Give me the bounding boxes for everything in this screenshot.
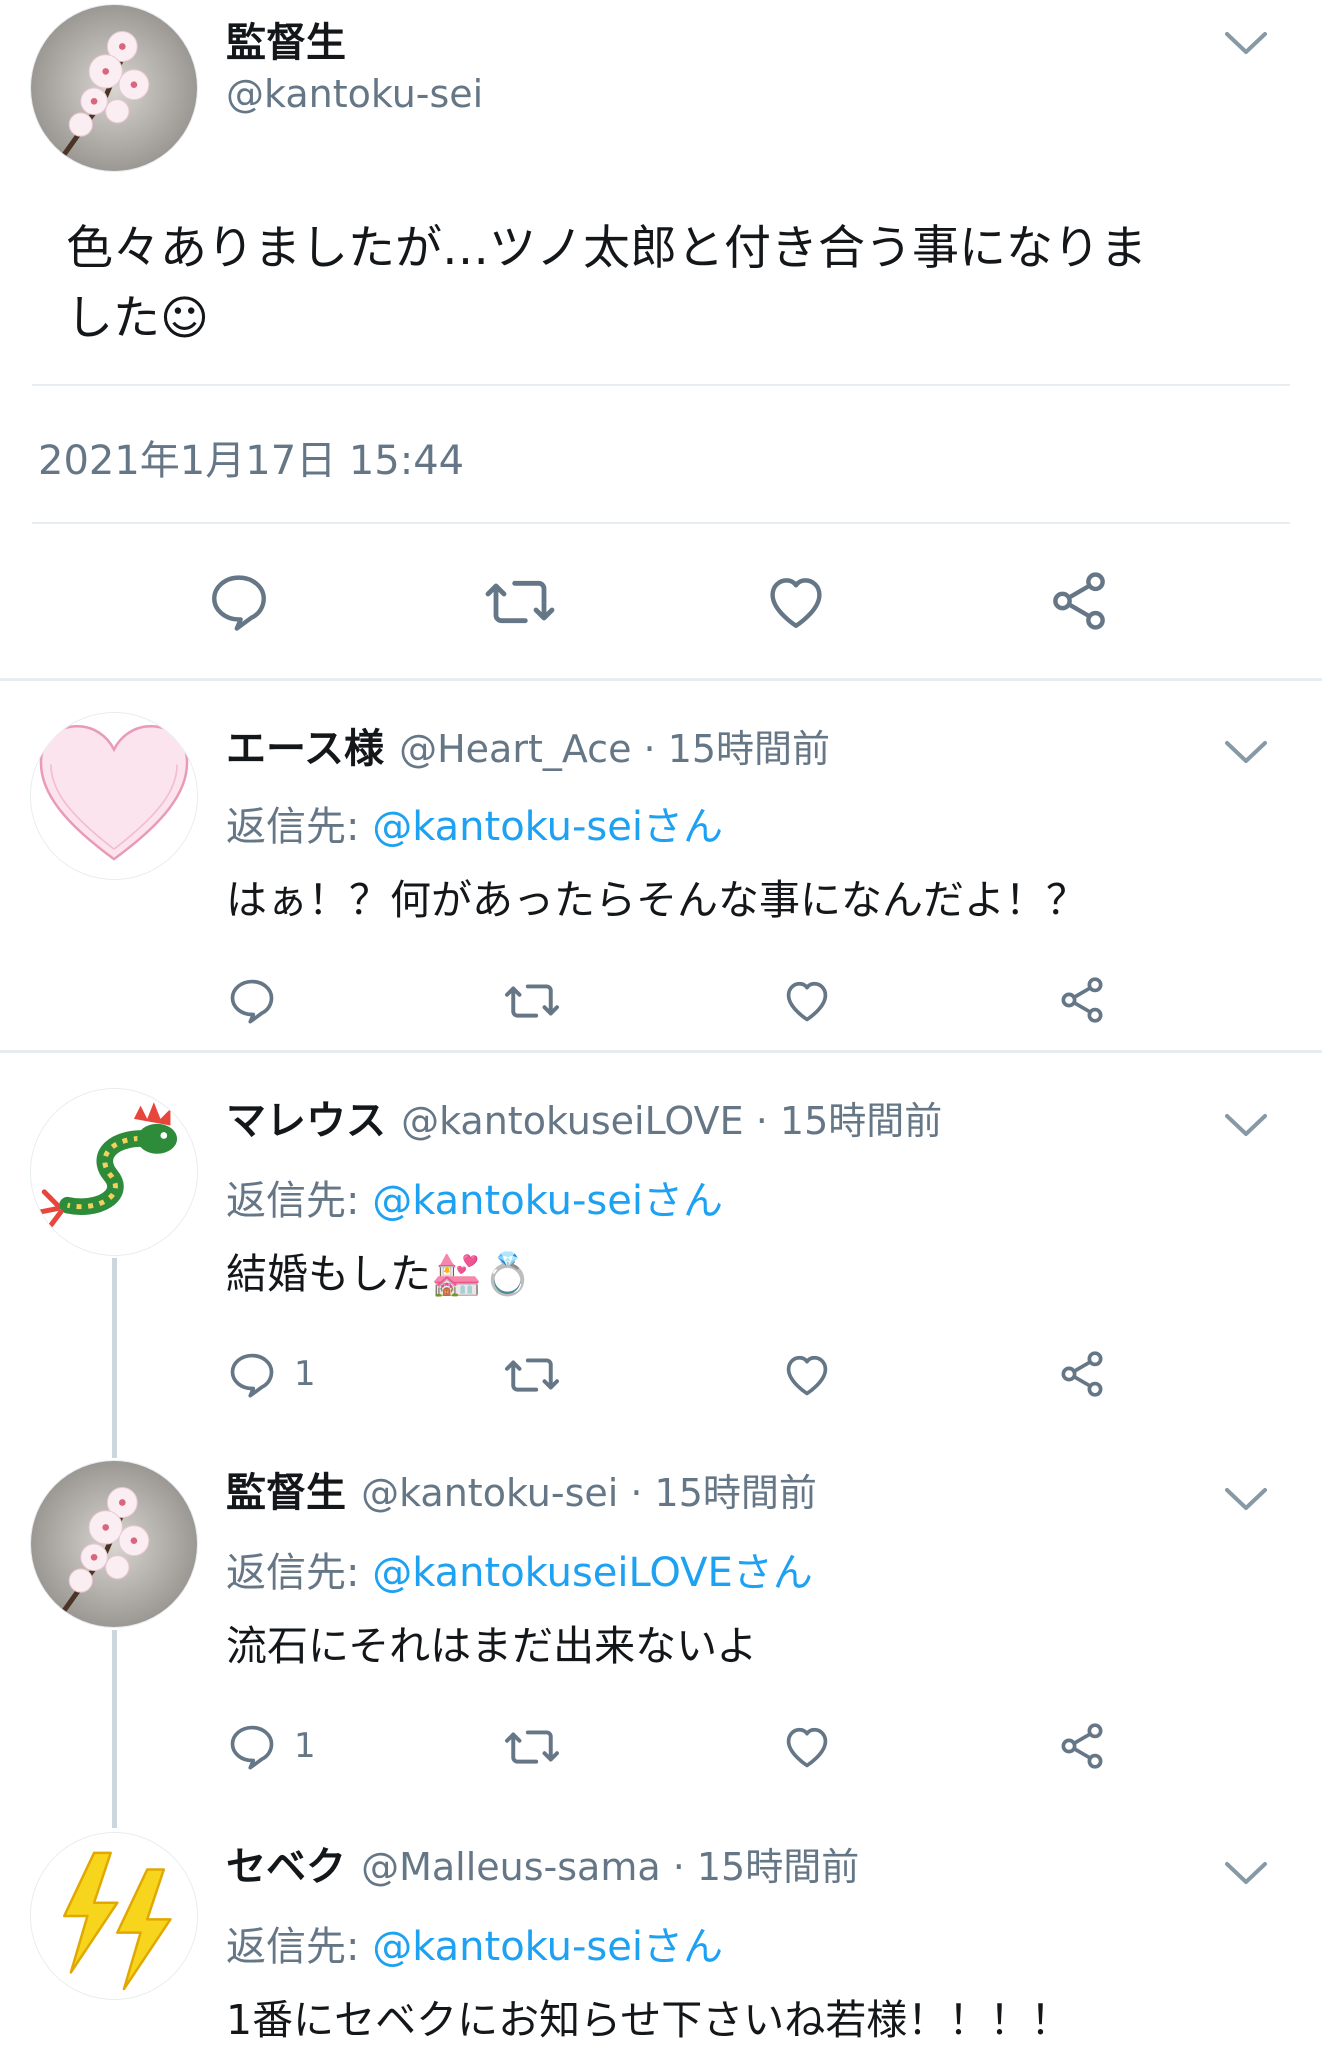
avatar[interactable] [30,1088,198,1256]
replying-to-link[interactable]: @kantokuseiLOVEさん [372,1550,813,1596]
tweet-text-line: した☺ [66,291,209,346]
reply-text: はぁ！？何があったらそんな事になんだよ！？ [226,876,1087,924]
reply-text: 流石にそれはまだ出来ないよ [226,1622,758,1670]
replying-to-link[interactable]: @kantoku-seiさん [372,1178,723,1224]
reply-author-name[interactable]: 監督生 [226,1470,346,1516]
replying-to-link[interactable]: @kantoku-seiさん [372,1924,723,1970]
thread-line [112,1258,117,1458]
reply-header: セベク @Malleus-sama · 15時間前 [226,1834,859,1892]
reply-meta[interactable]: @kantoku-sei · 15時間前 [361,1471,817,1515]
like-icon[interactable] [780,1348,834,1400]
reply-icon[interactable] [226,1720,278,1772]
retweet-icon[interactable] [502,1350,562,1400]
dragon-avatar [31,1089,197,1255]
reply-header: 監督生 @kantoku-sei · 15時間前 [226,1460,817,1518]
share-icon[interactable] [1056,1720,1108,1772]
reply-meta[interactable]: @Malleus-sama · 15時間前 [361,1845,859,1889]
reply-icon[interactable] [206,568,272,634]
tweet-timestamp[interactable]: 2021年1月17日 15:44 [38,428,464,486]
reply-count: 1 [294,1726,316,1766]
replying-to-label: 返信先: [226,1550,373,1596]
like-icon[interactable] [780,974,834,1026]
reply-count: 1 [294,1354,316,1394]
divider [32,384,1290,386]
reply-text: 1番にセベクにお知らせ下さいね若様！！！！ [226,1996,1072,2044]
avatar[interactable] [30,1832,198,2000]
replying-to-label: 返信先: [226,1924,373,1970]
replying-to-label: 返信先: [226,804,373,850]
replying-to: 返信先: @kantoku-seiさん [226,1914,723,1972]
chevron-down-icon[interactable] [1221,1858,1271,1888]
retweet-icon[interactable] [482,570,558,634]
chevron-down-icon[interactable] [1221,28,1271,58]
avatar[interactable] [30,1460,198,1628]
section-divider [0,1050,1322,1053]
cherry-blossom-avatar [31,1461,197,1627]
reply-text: 結婚もした💒💍 [226,1250,534,1298]
reply-header: エース様 @Heart_Ace · 15時間前 [226,716,830,774]
avatar[interactable] [30,4,198,172]
thread-line [112,1630,117,1828]
reply-icon[interactable] [226,1348,278,1400]
author-handle[interactable]: @kantoku-sei [226,72,483,116]
like-icon[interactable] [762,568,830,634]
like-icon[interactable] [780,1720,834,1772]
retweet-icon[interactable] [502,1722,562,1772]
tweet-text-line: 色々ありましたが…ツノ太郎と付き合う事になりま [66,221,1147,276]
author-name[interactable]: 監督生 [226,10,346,68]
chevron-down-icon[interactable] [1221,737,1271,767]
replying-to-label: 返信先: [226,1178,373,1224]
reply-author-name[interactable]: マレウス [226,1098,386,1144]
chevron-down-icon[interactable] [1221,1110,1271,1140]
retweet-icon[interactable] [502,976,562,1026]
share-icon[interactable] [1046,568,1112,634]
lightning-avatar [31,1833,197,1999]
divider [32,522,1290,524]
cherry-blossom-avatar [31,5,197,171]
tweet-text: 色々ありましたが…ツノ太郎と付き合う事になりま した☺ [66,214,1147,354]
replying-to-link[interactable]: @kantoku-seiさん [372,804,723,850]
replying-to: 返信先: @kantoku-seiさん [226,1168,723,1226]
reply-meta[interactable]: @Heart_Ace · 15時間前 [399,727,830,771]
reply-meta[interactable]: @kantokuseiLOVE · 15時間前 [401,1099,942,1143]
share-icon[interactable] [1056,974,1108,1026]
replying-to: 返信先: @kantokuseiLOVEさん [226,1540,813,1598]
reply-author-name[interactable]: エース様 [226,726,384,772]
share-icon[interactable] [1056,1348,1108,1400]
section-divider [0,678,1322,681]
reply-icon[interactable] [226,974,278,1026]
reply-author-name[interactable]: セベク [226,1844,346,1890]
reply-header: マレウス @kantokuseiLOVE · 15時間前 [226,1088,942,1146]
replying-to: 返信先: @kantoku-seiさん [226,794,723,852]
chevron-down-icon[interactable] [1221,1484,1271,1514]
avatar[interactable] [30,712,198,880]
heart-avatar [31,713,197,879]
